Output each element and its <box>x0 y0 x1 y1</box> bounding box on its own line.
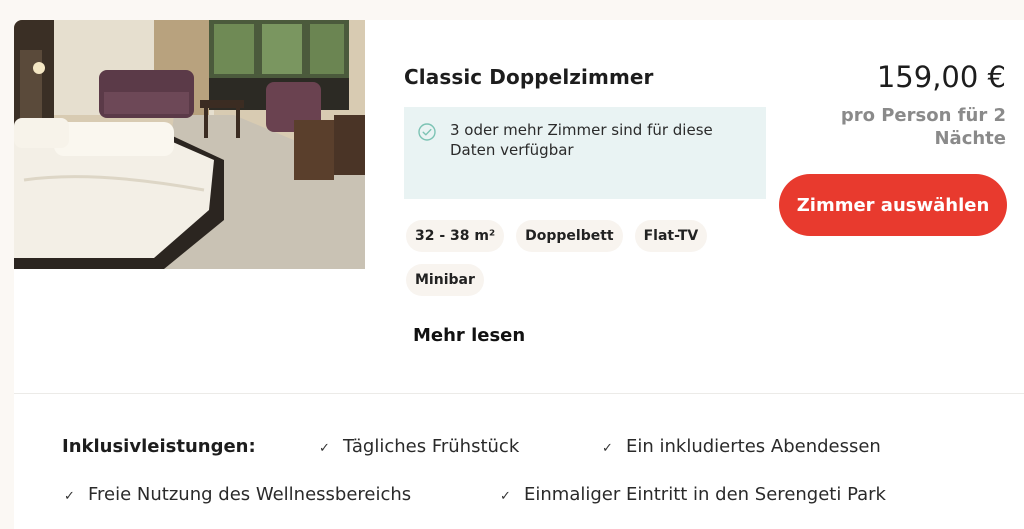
inclusions-label: Inklusivleistungen: <box>62 436 256 457</box>
checkmark-icon: ✓ <box>602 441 613 456</box>
select-room-button[interactable]: Zimmer auswählen <box>779 174 1007 236</box>
room-features: 32 - 38 m² Doppelbett Flat-TV Minibar <box>406 220 736 296</box>
inclusion-item: ✓ Freie Nutzung des Wellnessbereichs <box>64 484 411 505</box>
inclusion-text: Einmaliger Eintritt in den Serengeti Par… <box>524 484 886 505</box>
section-divider <box>14 393 1024 394</box>
price-note: pro Person für 2 Nächte <box>840 105 1006 149</box>
inclusion-text: Tägliches Frühstück <box>343 436 520 457</box>
room-title: Classic Doppelzimmer <box>404 65 654 89</box>
room-price: 159,00 € <box>876 60 1006 94</box>
check-circle-icon <box>418 123 436 141</box>
read-more-link[interactable]: Mehr lesen <box>413 325 525 346</box>
checkmark-icon: ✓ <box>319 441 330 456</box>
feature-tag-bed: Doppelbett <box>516 220 623 252</box>
room-photo[interactable] <box>14 20 365 269</box>
feature-tag-minibar: Minibar <box>406 264 484 296</box>
inclusion-text: Ein inkludiertes Abendessen <box>626 436 881 457</box>
inclusion-text: Freie Nutzung des Wellnessbereichs <box>88 484 412 505</box>
checkmark-icon: ✓ <box>500 489 511 504</box>
inclusion-item: ✓ Einmaliger Eintritt in den Serengeti Pa… <box>500 484 886 505</box>
feature-tag-size: 32 - 38 m² <box>406 220 505 252</box>
inclusion-item: ✓ Tägliches Frühstück <box>319 436 519 457</box>
feature-tag-tv: Flat-TV <box>634 220 708 252</box>
availability-text: 3 oder mehr Zimmer sind für diese Daten … <box>450 121 713 159</box>
availability-notice: 3 oder mehr Zimmer sind für diese Daten … <box>404 107 766 199</box>
inclusion-item: ✓ Ein inkludiertes Abendessen <box>602 436 881 457</box>
room-card: Classic Doppelzimmer 3 oder mehr Zimmer … <box>14 20 1024 529</box>
checkmark-icon: ✓ <box>64 489 75 504</box>
room-photo-image <box>14 20 365 269</box>
